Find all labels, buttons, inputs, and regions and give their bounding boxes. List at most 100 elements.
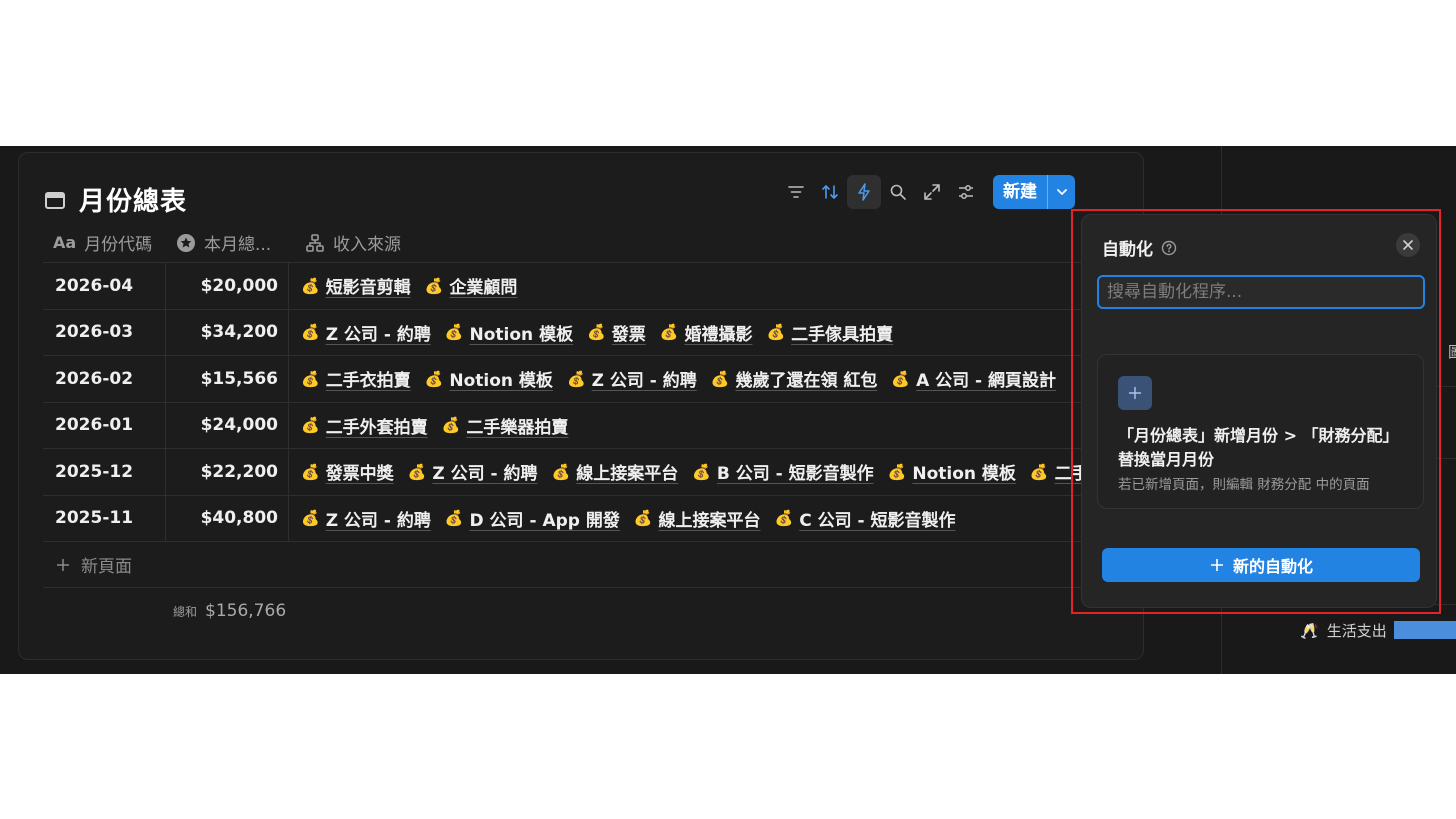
income-source-link[interactable]: 💰 D 公司 - App 開發 [445,506,620,531]
money-bag-icon: 💰 [301,369,320,388]
income-source-label: 二手傢具拍賣 [791,324,894,345]
monthly-total-cell[interactable]: $24,000 [166,402,289,448]
monthly-total-cell[interactable]: $22,200 [166,449,289,495]
money-bag-icon: 💰 [444,509,464,528]
money-bag-icon: 💰 [1029,462,1049,481]
sum-label: 總和 [173,604,198,619]
filter-icon[interactable] [779,175,813,209]
money-bag-icon: 💰 [692,462,711,481]
side-panel-fragment: 圖 [1448,343,1456,361]
money-bag-icon: 💰 [566,369,586,388]
lightning-icon[interactable] [847,175,881,209]
income-source-label: 短影音剪輯 [325,278,411,299]
income-source-link[interactable]: 💰 短影音剪輯 [301,273,411,299]
table-row[interactable]: 2026-04 $20,000 💰 短影音剪輯 💰 企業顧問 [43,263,1143,310]
income-source-label: Z 公司 - 約聘 [325,510,431,531]
month-code-cell[interactable]: 2025-11 [43,495,166,541]
income-sources-cell[interactable]: 💰 發票中獎 💰 Z 公司 - 約聘 💰 線上接案平台 💰 B 公司 - 短影音製作 💰 Noti… [289,449,1143,495]
month-code-cell[interactable]: 2025-12 [43,449,166,495]
column-label: 本月總... [204,235,272,255]
database-title[interactable]: 月份總表 [79,181,187,218]
income-source-link[interactable]: 💰 Notion 模板 [445,320,573,345]
table-row[interactable]: 2025-12 $22,200 💰 發票中獎 💰 Z 公司 - 約聘 💰 線上接案平台 💰 B 公… [43,449,1143,496]
money-bag-icon: 💰 [301,509,320,528]
income-source-link[interactable]: 💰 Z 公司 - 約聘 [408,459,538,485]
expand-icon[interactable] [915,175,949,209]
column-header-total[interactable]: 本月總... [166,230,289,255]
income-source-label: D 公司 - App 開發 [469,510,620,531]
new-page-row[interactable]: 新頁面 [43,542,1143,588]
income-sources-cell[interactable]: 💰 Z 公司 - 約聘 💰 Notion 模板 💰 發票 💰 婚禮攝影 💰 二手傢具拍賣 [289,310,1143,356]
income-source-label: Notion 模板 [469,324,574,345]
life-expense-label: 生活支出 [1326,622,1387,640]
search-icon[interactable] [881,175,915,209]
money-bag-icon: 💰 [301,323,320,342]
income-source-label: 婚禮攝影 [684,324,753,345]
table-row[interactable]: 2026-03 $34,200 💰 Z 公司 - 約聘 💰 Notion 模板 💰 發票 💰 婚禮… [43,309,1143,356]
income-source-link[interactable]: 💰 二手樂器拍賣 [442,413,569,438]
income-source-link[interactable]: 💰 幾歲了還在領 紅包 [711,366,878,392]
income-source-link[interactable]: 💰 Z 公司 - 約聘 [566,366,697,392]
life-expense-item[interactable]: 🥂 生活支出 [1300,620,1387,641]
money-bag-icon: 💰 [444,323,464,342]
money-bag-icon: 💰 [659,323,679,342]
income-source-link[interactable]: 💰 婚禮攝影 [660,320,753,345]
monthly-total-cell[interactable]: $15,566 [166,356,289,402]
table-row[interactable]: 2025-11 $40,800 💰 Z 公司 - 約聘 💰 D 公司 - App 開發 💰 線… [43,495,1143,542]
month-code-cell[interactable]: 2026-02 [43,356,166,402]
income-source-label: 二手衣拍賣 [325,371,411,392]
monthly-total-cell[interactable]: $20,000 [166,263,289,309]
new-button-group: 新建 [993,175,1075,209]
income-source-link[interactable]: 💰 Z 公司 - 約聘 [301,320,431,345]
money-bag-icon: 💰 [587,323,606,342]
income-sources-cell[interactable]: 💰 二手外套拍賣 💰 二手樂器拍賣 [289,403,1143,449]
table-row[interactable]: 2026-02 $15,566 💰 二手衣拍賣 💰 Notion 模板 💰 Z 公司 - 約聘… [43,356,1143,403]
income-source-link[interactable]: 💰 Z 公司 - 約聘 [301,506,431,531]
text-type-icon: Aa [53,233,77,252]
income-source-link[interactable]: 💰 二手傢具拍賣 [766,320,893,345]
column-header-month[interactable]: Aa 月份代碼 [43,230,166,255]
income-source-label: 線上接案平台 [658,510,761,531]
month-code-cell[interactable]: 2026-03 [43,309,166,355]
income-source-label: 幾歲了還在領 紅包 [735,371,878,392]
column-header-sources[interactable]: 收入來源 [289,230,1143,255]
income-source-link[interactable]: 💰 企業顧問 [425,273,518,299]
sum-value: $156,766 [205,601,287,621]
income-source-link[interactable]: 💰 發票中獎 [301,459,394,485]
income-source-link[interactable]: 💰 Notion 模板 [888,459,1016,485]
table-row[interactable]: 2026-01 $24,000 💰 二手外套拍賣 💰 二手樂器拍賣 [43,402,1143,449]
life-expense-bar [1394,621,1456,639]
income-source-label: B 公司 - 短影音製作 [716,464,874,485]
sum-row[interactable]: 總和 $156,766 [43,588,1143,634]
monthly-total-cell[interactable]: $34,200 [166,309,289,355]
money-bag-icon: 💰 [301,276,320,295]
money-bag-icon: 💰 [766,323,786,342]
income-source-link[interactable]: 💰 線上接案平台 [634,506,761,531]
income-source-link[interactable]: 💰 發票 [587,320,646,345]
chevron-down-icon[interactable] [1047,175,1075,209]
month-code-cell[interactable]: 2026-01 [43,402,166,448]
income-sources-cell[interactable]: 💰 二手衣拍賣 💰 Notion 模板 💰 Z 公司 - 約聘 💰 幾歲了還在領 紅包 💰 A 公… [289,356,1143,402]
month-code-cell[interactable]: 2026-04 [43,263,166,309]
income-source-label: 二手樂器拍賣 [466,417,569,438]
income-source-label: Z 公司 - 約聘 [591,371,697,392]
income-source-link[interactable]: 💰 C 公司 - 短影音製作 [775,506,956,531]
income-source-label: 發票 [611,324,646,345]
income-source-link[interactable]: 💰 Notion 模板 [425,366,553,392]
monthly-total-cell[interactable]: $40,800 [166,495,289,541]
income-source-link[interactable]: 💰 二手衣拍賣 [301,366,411,392]
income-source-link[interactable]: 💰 線上接案平台 [552,459,679,485]
settings-sliders-icon[interactable] [949,175,983,209]
income-source-link[interactable]: 💰 二手外套拍賣 [301,413,428,438]
income-sources-cell[interactable]: 💰 短影音剪輯 💰 企業顧問 [289,263,1143,309]
money-bag-icon: 💰 [774,509,794,528]
income-sources-cell[interactable]: 💰 Z 公司 - 約聘 💰 D 公司 - App 開發 💰 線上接案平台 💰 C 公司 - 短… [289,496,1143,542]
income-source-label: 線上接案平台 [576,464,679,485]
income-source-link[interactable]: 💰 A 公司 - 網頁設計 [891,366,1056,392]
money-bag-icon: 💰 [633,509,653,528]
income-source-label: 發票中獎 [325,464,394,485]
sort-icon[interactable] [813,175,847,209]
new-button[interactable]: 新建 [993,175,1047,209]
income-source-link[interactable]: 💰 B 公司 - 短影音製作 [692,459,874,485]
income-source-label: Notion 模板 [449,371,553,392]
